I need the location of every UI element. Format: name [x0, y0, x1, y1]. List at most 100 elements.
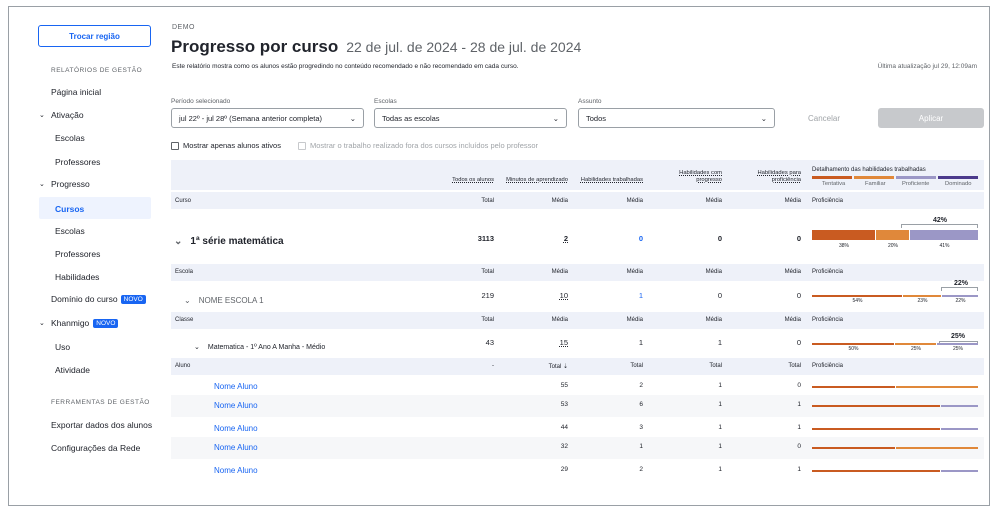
- legend-tentativa: Tentativa: [822, 181, 846, 187]
- proficiency-pct-label: 38%: [839, 243, 850, 249]
- proficiency-segment: [941, 470, 978, 472]
- period-select[interactable]: jul 22º - jul 28º (Semana anterior compl…: [171, 108, 364, 128]
- student-proficient: 0: [797, 443, 801, 450]
- page-subtitle: Este relatório mostra como os alunos est…: [172, 63, 519, 70]
- course-skills[interactable]: 0: [639, 234, 643, 243]
- new-badge: NOVO: [93, 318, 119, 328]
- sidebar-group-progress[interactable]: ⌄ Progresso: [39, 179, 90, 189]
- demo-label: DEMO: [172, 24, 195, 31]
- col-label-line: progresso: [696, 177, 722, 183]
- course-minutes[interactable]: 2: [564, 234, 568, 243]
- col-skills-progress[interactable]: Habilidades com progresso: [679, 170, 722, 184]
- class-row-toggle[interactable]: ⌄ Matematica - 1º Ano A Manha - Médio: [194, 343, 325, 352]
- proficiency-pct-label: 22%: [955, 298, 966, 304]
- course-total: 3113: [477, 234, 494, 243]
- sidebar-item-label: Domínio do curso: [51, 294, 118, 304]
- checkbox-box[interactable]: [171, 141, 179, 150]
- page-title: Progresso por curso: [171, 37, 339, 56]
- course-row-toggle[interactable]: ⌄ 1ª série matemática: [174, 236, 284, 247]
- student-name-link[interactable]: Nome Aluno: [214, 401, 258, 410]
- sidebar-item-export[interactable]: Exportar dados dos alunos: [51, 420, 152, 430]
- subject-label: Assunto: [578, 98, 602, 105]
- band-label: Proficiência: [812, 317, 844, 323]
- sidebar-item-home[interactable]: Página inicial: [51, 87, 101, 97]
- proficiency-pct-label: 20%: [888, 243, 899, 249]
- active-only-checkbox[interactable]: Mostrar apenas alunos ativos: [171, 141, 281, 150]
- class-progress: 1: [717, 338, 722, 347]
- sidebar-item-progress-teachers[interactable]: Professores: [55, 249, 100, 259]
- student-name-link[interactable]: Nome Aluno: [214, 424, 258, 433]
- outside-work-checkbox: Mostrar o trabalho realizado fora dos cu…: [298, 141, 538, 150]
- sidebar-item-progress-courses[interactable]: Cursos: [55, 204, 84, 214]
- proficiency-segment: [812, 386, 895, 388]
- chevron-down-icon: ⌄: [174, 236, 183, 247]
- class-minutes[interactable]: 15: [560, 338, 568, 347]
- student-skills: 3: [639, 424, 643, 431]
- sidebar-item-progress-skills[interactable]: Habilidades: [55, 272, 99, 282]
- proficiency-segment: [895, 343, 936, 345]
- class-top-pct: 25%: [949, 333, 968, 340]
- sidebar-item-progress-schools[interactable]: Escolas: [55, 226, 85, 236]
- chevron-down-icon: ⌄: [349, 113, 356, 123]
- col-skills-worked[interactable]: Habilidades trabalhadas: [581, 177, 643, 184]
- band-label: Média: [626, 317, 643, 323]
- proficiency-segment: [812, 447, 895, 449]
- student-name-link[interactable]: Nome Aluno: [214, 466, 258, 475]
- top-bracket: [901, 224, 978, 228]
- cancel-button[interactable]: Cancelar: [794, 108, 854, 128]
- col-label-line: Habilidades com: [679, 170, 722, 176]
- school-row-toggle[interactable]: ⌄ NOME ESCOLA 1: [184, 296, 264, 305]
- student-skills: 1: [639, 443, 643, 450]
- student-progress: 1: [718, 466, 722, 473]
- band-label: Média: [626, 198, 643, 204]
- band-label: Média: [784, 269, 801, 275]
- schools-select[interactable]: Todas as escolas ⌄: [374, 108, 567, 128]
- col-learning-minutes[interactable]: Minutos de aprendizado: [506, 177, 568, 184]
- sidebar-item-network-settings[interactable]: Configurações da Rede: [51, 443, 140, 453]
- band-label: Proficiência: [812, 198, 844, 204]
- col-all-students[interactable]: Todos os alunos: [452, 177, 494, 184]
- student-proficient: 1: [797, 401, 801, 408]
- change-region-button[interactable]: Trocar região: [38, 25, 151, 47]
- band-label: Média: [551, 269, 568, 275]
- student-name-link[interactable]: Nome Aluno: [214, 382, 258, 391]
- proficiency-segment: [812, 230, 875, 240]
- student-minutes: 29: [560, 466, 568, 473]
- top-bracket: [941, 287, 978, 291]
- legend-dominado: Dominado: [945, 181, 972, 187]
- band-label: Média: [784, 317, 801, 323]
- proficiency-segment: [941, 405, 978, 407]
- subject-select[interactable]: Todos ⌄: [578, 108, 775, 128]
- class-proficient: 0: [796, 338, 801, 347]
- schools-label: Escolas: [374, 98, 397, 105]
- proficiency-segment: [812, 428, 940, 430]
- title-row: Progresso por curso 22 de jul. de 2024 -…: [171, 37, 581, 57]
- sidebar-item-activation-teachers[interactable]: Professores: [55, 157, 100, 167]
- band-label: Média: [551, 198, 568, 204]
- chevron-down-icon: ⌄: [760, 113, 767, 123]
- proficiency-segment: [910, 230, 978, 240]
- chevron-down-icon: ⌄: [39, 320, 45, 327]
- band-label: Total: [481, 269, 494, 275]
- band-label: Média: [705, 269, 722, 275]
- table-header: [171, 160, 984, 190]
- band-label: Média: [784, 198, 801, 204]
- school-name: NOME ESCOLA 1: [198, 296, 264, 305]
- sidebar-group-activation[interactable]: ⌄ Ativação: [39, 110, 84, 120]
- school-minutes[interactable]: 10: [560, 291, 568, 300]
- sidebar-group-khanmigo[interactable]: ⌄ Khanmigo NOVO: [39, 318, 119, 328]
- sidebar-item-activation-schools[interactable]: Escolas: [55, 133, 85, 143]
- sidebar: Trocar região RELATÓRIOS DE GESTÃO Págin…: [9, 7, 159, 505]
- col-skills-proficient[interactable]: Habilidades para proficiência: [757, 170, 801, 184]
- breakdown-title: Detalhamento das habilidades trabalhadas: [812, 167, 926, 173]
- sidebar-item-khanmigo-activity[interactable]: Atividade: [55, 365, 90, 375]
- apply-button[interactable]: Aplicar: [878, 108, 984, 128]
- sort-minutes-header[interactable]: Total ⇣: [549, 363, 568, 370]
- class-skills: 1: [638, 338, 643, 347]
- student-name-link[interactable]: Nome Aluno: [214, 443, 258, 452]
- proficiency-segment: [903, 295, 941, 297]
- sidebar-item-course-mastery[interactable]: Domínio do curso NOVO: [51, 294, 146, 304]
- school-skills[interactable]: 1: [639, 291, 643, 300]
- period-value: jul 22º - jul 28º (Semana anterior compl…: [179, 113, 323, 123]
- sidebar-item-khanmigo-usage[interactable]: Uso: [55, 342, 70, 352]
